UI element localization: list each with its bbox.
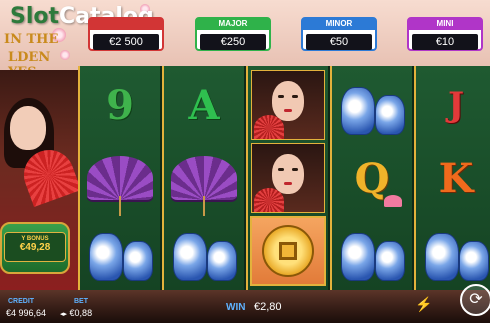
symbol-nine: 9 [106, 81, 134, 129]
symbol-portrait [250, 143, 326, 213]
reel-4: Q [330, 66, 412, 290]
jackpot-minor: MINOR €50 [301, 17, 377, 51]
umbrella-icon [171, 156, 237, 216]
vase-icon [85, 221, 155, 281]
symbol-a: A [188, 81, 220, 129]
symbol-coin [250, 216, 326, 286]
jackpot-mini: MINI €10 [407, 17, 483, 51]
jackpot-major-value: €250 [200, 34, 266, 50]
reel-2: A [162, 66, 244, 290]
bottom-bar: CREDIT €4 996,64 BET ◂▸ €0,88 WIN €2,80 … [0, 284, 490, 323]
jackpot-grand: €2 500 [88, 17, 164, 51]
symbol-vase [334, 70, 410, 140]
symbol-umbrella [166, 143, 242, 216]
symbol-vase [418, 216, 490, 286]
jackpot-minor-label: MINOR [303, 18, 375, 30]
jackpot-major: MAJOR €250 [195, 17, 271, 51]
logo-line-1: IN THE [4, 32, 59, 47]
win-label: WIN [226, 302, 246, 313]
bet-decrease-icon[interactable]: ◂▸ [60, 311, 67, 318]
lotus-icon [384, 195, 402, 207]
win-value: €2,80 [254, 301, 282, 313]
symbol-portrait [250, 70, 326, 140]
symbol-k: K [438, 154, 474, 202]
jackpot-grand-label [90, 18, 162, 30]
symbol-vase [334, 216, 410, 286]
spin-button[interactable]: ⟳ [460, 284, 490, 316]
turbo-bolt-icon[interactable]: ⚡ [415, 296, 433, 314]
reel-3 [246, 66, 328, 290]
reel-1: 9 [78, 66, 160, 290]
game-screen: IN THE LDEN YES SlotCatalog €2 500 MAJOR… [0, 0, 490, 323]
reel-grid: 9 A Q J K [78, 66, 490, 290]
jackpot-major-label: MAJOR [197, 18, 269, 30]
reel-5: J K [414, 66, 490, 290]
credit-label: CREDIT [8, 298, 35, 305]
bet-label: BET [74, 298, 88, 305]
jackpot-mini-label: MINI [409, 18, 481, 30]
vase-icon [337, 221, 407, 281]
vase-icon [337, 75, 407, 135]
symbol-vase [82, 216, 158, 286]
jackpot-mini-value: €10 [412, 34, 478, 50]
face [10, 106, 46, 150]
bonus-pot: Y BONUS €49,28 [0, 222, 70, 274]
bonus-pot-value: €49,28 [19, 242, 51, 253]
gold-coin-icon [262, 225, 314, 277]
umbrella-icon [87, 156, 153, 216]
jackpot-minor-value: €50 [306, 34, 372, 50]
bonus-pot-label: Y BONUS €49,28 [4, 232, 66, 262]
symbol-j: J [447, 85, 465, 125]
symbol-q: Q [334, 143, 410, 213]
bet-value: €0,88 [69, 308, 93, 318]
geisha-portrait-icon [251, 143, 325, 213]
symbol-vase [166, 216, 242, 286]
vase-icon [421, 221, 490, 281]
credit-value: €4 996,64 [6, 308, 47, 318]
geisha-portrait-icon [251, 70, 325, 140]
jackpot-grand-value: €2 500 [93, 34, 159, 50]
vase-icon [169, 221, 239, 281]
symbol-umbrella [82, 143, 158, 216]
bet-control[interactable]: ◂▸ €0,88 [60, 308, 92, 318]
